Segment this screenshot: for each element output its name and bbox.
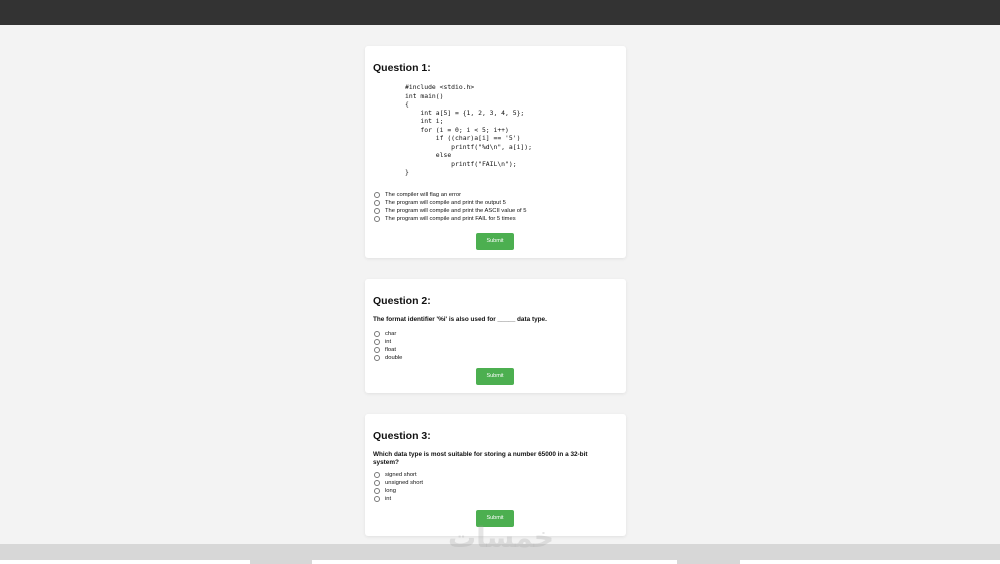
- question-title: Question 1:: [373, 62, 431, 74]
- option-label: double: [385, 355, 403, 361]
- radio-button[interactable]: [374, 472, 380, 478]
- question-text: The format identifier '%i' is also used …: [373, 316, 547, 323]
- options-list: signed short unsigned short long int: [373, 471, 618, 503]
- radio-button[interactable]: [374, 331, 380, 337]
- option-label: The program will compile and print the A…: [385, 207, 527, 214]
- option-label: signed short: [385, 472, 417, 478]
- option-label: The program will compile and print FAIL …: [385, 215, 516, 222]
- radio-button[interactable]: [374, 347, 380, 353]
- option-3[interactable]: The program will compile and print the A…: [373, 207, 618, 215]
- radio-button[interactable]: [374, 496, 380, 502]
- footer-panel-left: [0, 560, 250, 564]
- option-4[interactable]: int: [373, 495, 618, 503]
- top-bar: [0, 0, 1000, 25]
- question-title: Question 2:: [373, 295, 431, 307]
- radio-button[interactable]: [374, 191, 380, 198]
- watermark-logo: خمسات: [447, 521, 555, 554]
- option-2[interactable]: int: [373, 338, 618, 346]
- option-1[interactable]: signed short: [373, 471, 618, 479]
- submit-button[interactable]: Submit: [476, 368, 514, 385]
- radio-button[interactable]: [374, 199, 380, 206]
- option-4[interactable]: double: [373, 354, 618, 362]
- question-title: Question 3:: [373, 430, 431, 442]
- question-card-2: Question 2: The format identifier '%i' i…: [365, 279, 626, 393]
- option-3[interactable]: float: [373, 346, 618, 354]
- footer-panel-center: [312, 560, 677, 564]
- option-label: int: [385, 339, 392, 345]
- radio-button[interactable]: [374, 355, 380, 361]
- radio-button[interactable]: [374, 480, 380, 486]
- option-label: The compiler will flag an error: [385, 191, 462, 198]
- question-text: Which data type is most suitable for sto…: [373, 451, 588, 466]
- option-label: int: [385, 496, 392, 502]
- radio-button[interactable]: [374, 339, 380, 345]
- option-3[interactable]: long: [373, 487, 618, 495]
- option-label: unsigned short: [385, 480, 424, 486]
- option-4[interactable]: The program will compile and print FAIL …: [373, 215, 618, 223]
- radio-button[interactable]: [374, 207, 380, 214]
- option-1[interactable]: char: [373, 330, 618, 338]
- radio-button[interactable]: [374, 215, 380, 222]
- options-list: char int float double: [373, 330, 618, 362]
- option-label: long: [385, 488, 396, 494]
- option-2[interactable]: The program will compile and print the o…: [373, 199, 618, 207]
- options-list: The compiler will flag an error The prog…: [373, 191, 618, 223]
- radio-button[interactable]: [374, 488, 380, 494]
- option-2[interactable]: unsigned short: [373, 479, 618, 487]
- option-1[interactable]: The compiler will flag an error: [373, 191, 618, 199]
- submit-button[interactable]: Submit: [476, 233, 514, 250]
- question-card-3: Question 3: Which data type is most suit…: [365, 414, 626, 536]
- question-card-1: Question 1: #include <stdio.h> int main(…: [365, 46, 626, 258]
- option-label: char: [385, 331, 397, 337]
- option-label: The program will compile and print the o…: [385, 199, 506, 206]
- code-snippet: #include <stdio.h> int main() { int a[5]…: [405, 83, 532, 176]
- option-label: float: [385, 347, 396, 353]
- footer-panel-right: [740, 560, 1000, 564]
